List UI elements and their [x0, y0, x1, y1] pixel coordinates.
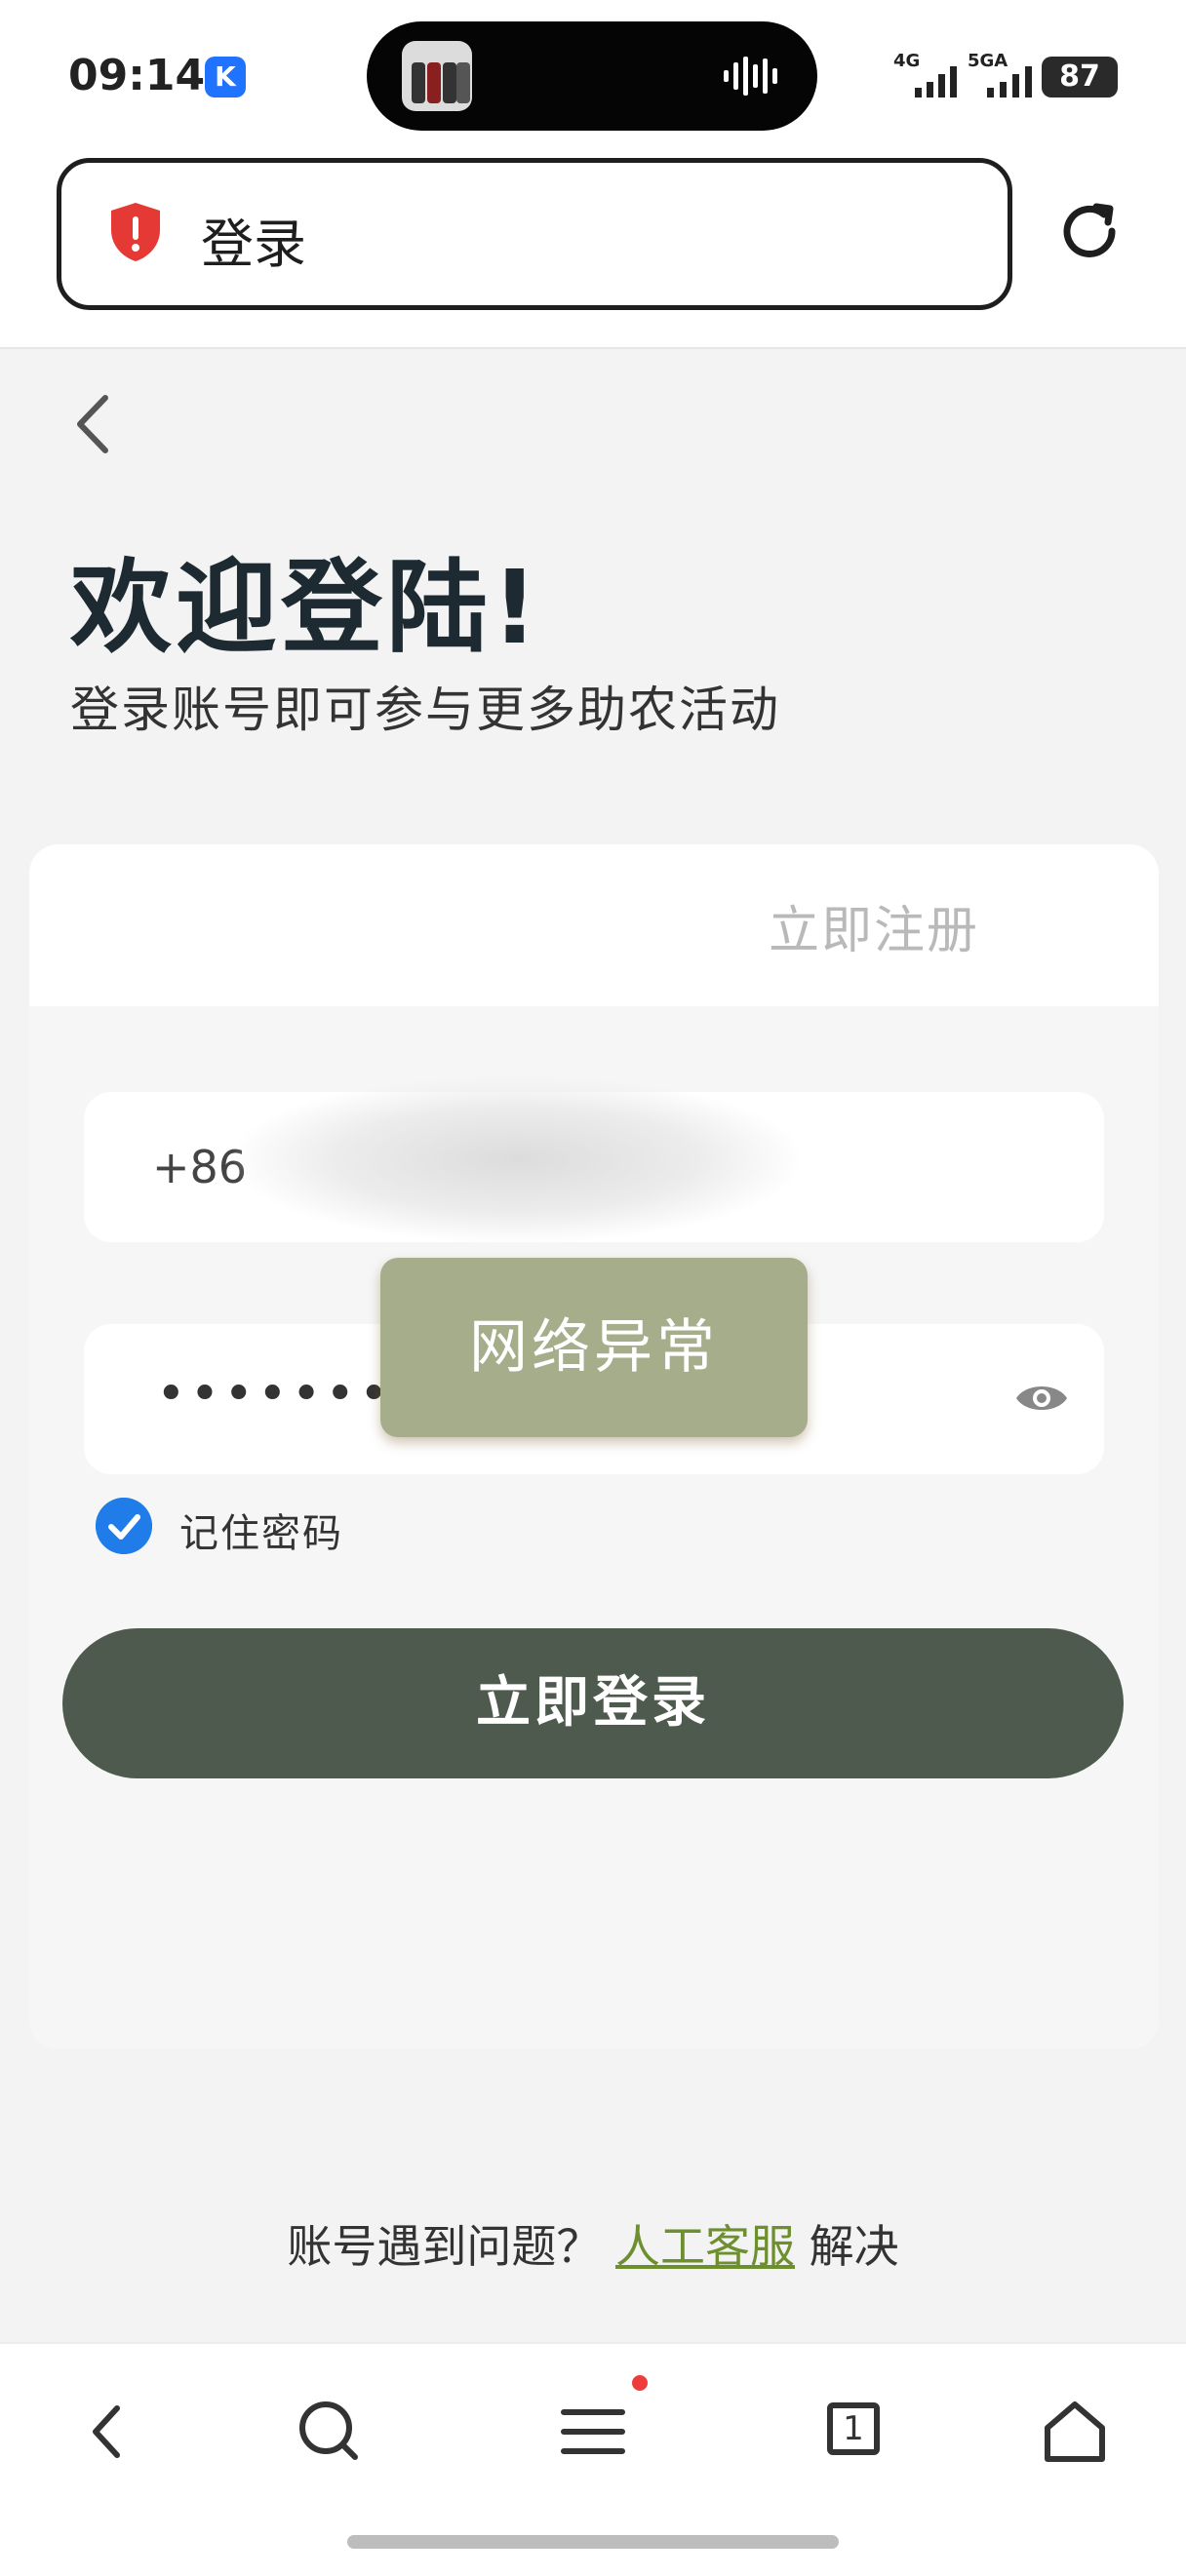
address-bar[interactable] [57, 158, 1012, 310]
customer-service-link[interactable]: 人工客服 [615, 2220, 795, 2273]
network-error-toast: 网络异常 [380, 1258, 808, 1437]
remember-password-label[interactable]: 记住密码 [179, 1502, 343, 1558]
home-icon[interactable] [1036, 2393, 1114, 2471]
back-chevron-icon[interactable] [70, 390, 115, 458]
back-icon[interactable] [70, 2393, 148, 2471]
phone-country-code[interactable]: +86 [152, 1141, 247, 1193]
reload-icon[interactable] [1053, 195, 1126, 267]
signal-icon-2 [987, 66, 1032, 98]
help-prefix: 账号遇到问题？ [287, 2220, 602, 2273]
home-indicator[interactable] [347, 2535, 839, 2549]
menu-notification-dot [632, 2375, 648, 2391]
show-password-eye-icon[interactable] [1014, 1375, 1069, 1422]
search-icon[interactable] [291, 2393, 369, 2471]
tab-count: 1 [827, 2402, 880, 2455]
page-title: 登录 [201, 214, 306, 275]
status-time: 09:14 [68, 51, 206, 100]
app-notification-icon: K [205, 57, 246, 98]
login-card-header [29, 844, 1159, 1006]
menu-icon[interactable] [554, 2393, 632, 2471]
battery-indicator: 87 [1042, 57, 1118, 98]
phone-number-redacted [234, 1076, 800, 1242]
login-button[interactable]: 立即登录 [62, 1628, 1124, 1778]
signal-icon [915, 66, 957, 98]
remember-password-checkbox[interactable] [96, 1498, 152, 1554]
register-link[interactable]: 立即注册 [769, 889, 979, 962]
help-text: 账号遇到问题？ 人工客服 解决 [0, 2211, 1186, 2276]
security-warning-icon[interactable] [107, 201, 164, 263]
media-thumbnail [402, 41, 472, 111]
welcome-heading: 欢迎登陆! [70, 548, 542, 667]
help-suffix: 解决 [809, 2220, 899, 2273]
welcome-subtitle: 登录账号即可参与更多助农活动 [70, 682, 780, 738]
audio-wave-icon [724, 57, 777, 96]
tabs-icon[interactable]: 1 [817, 2393, 895, 2471]
